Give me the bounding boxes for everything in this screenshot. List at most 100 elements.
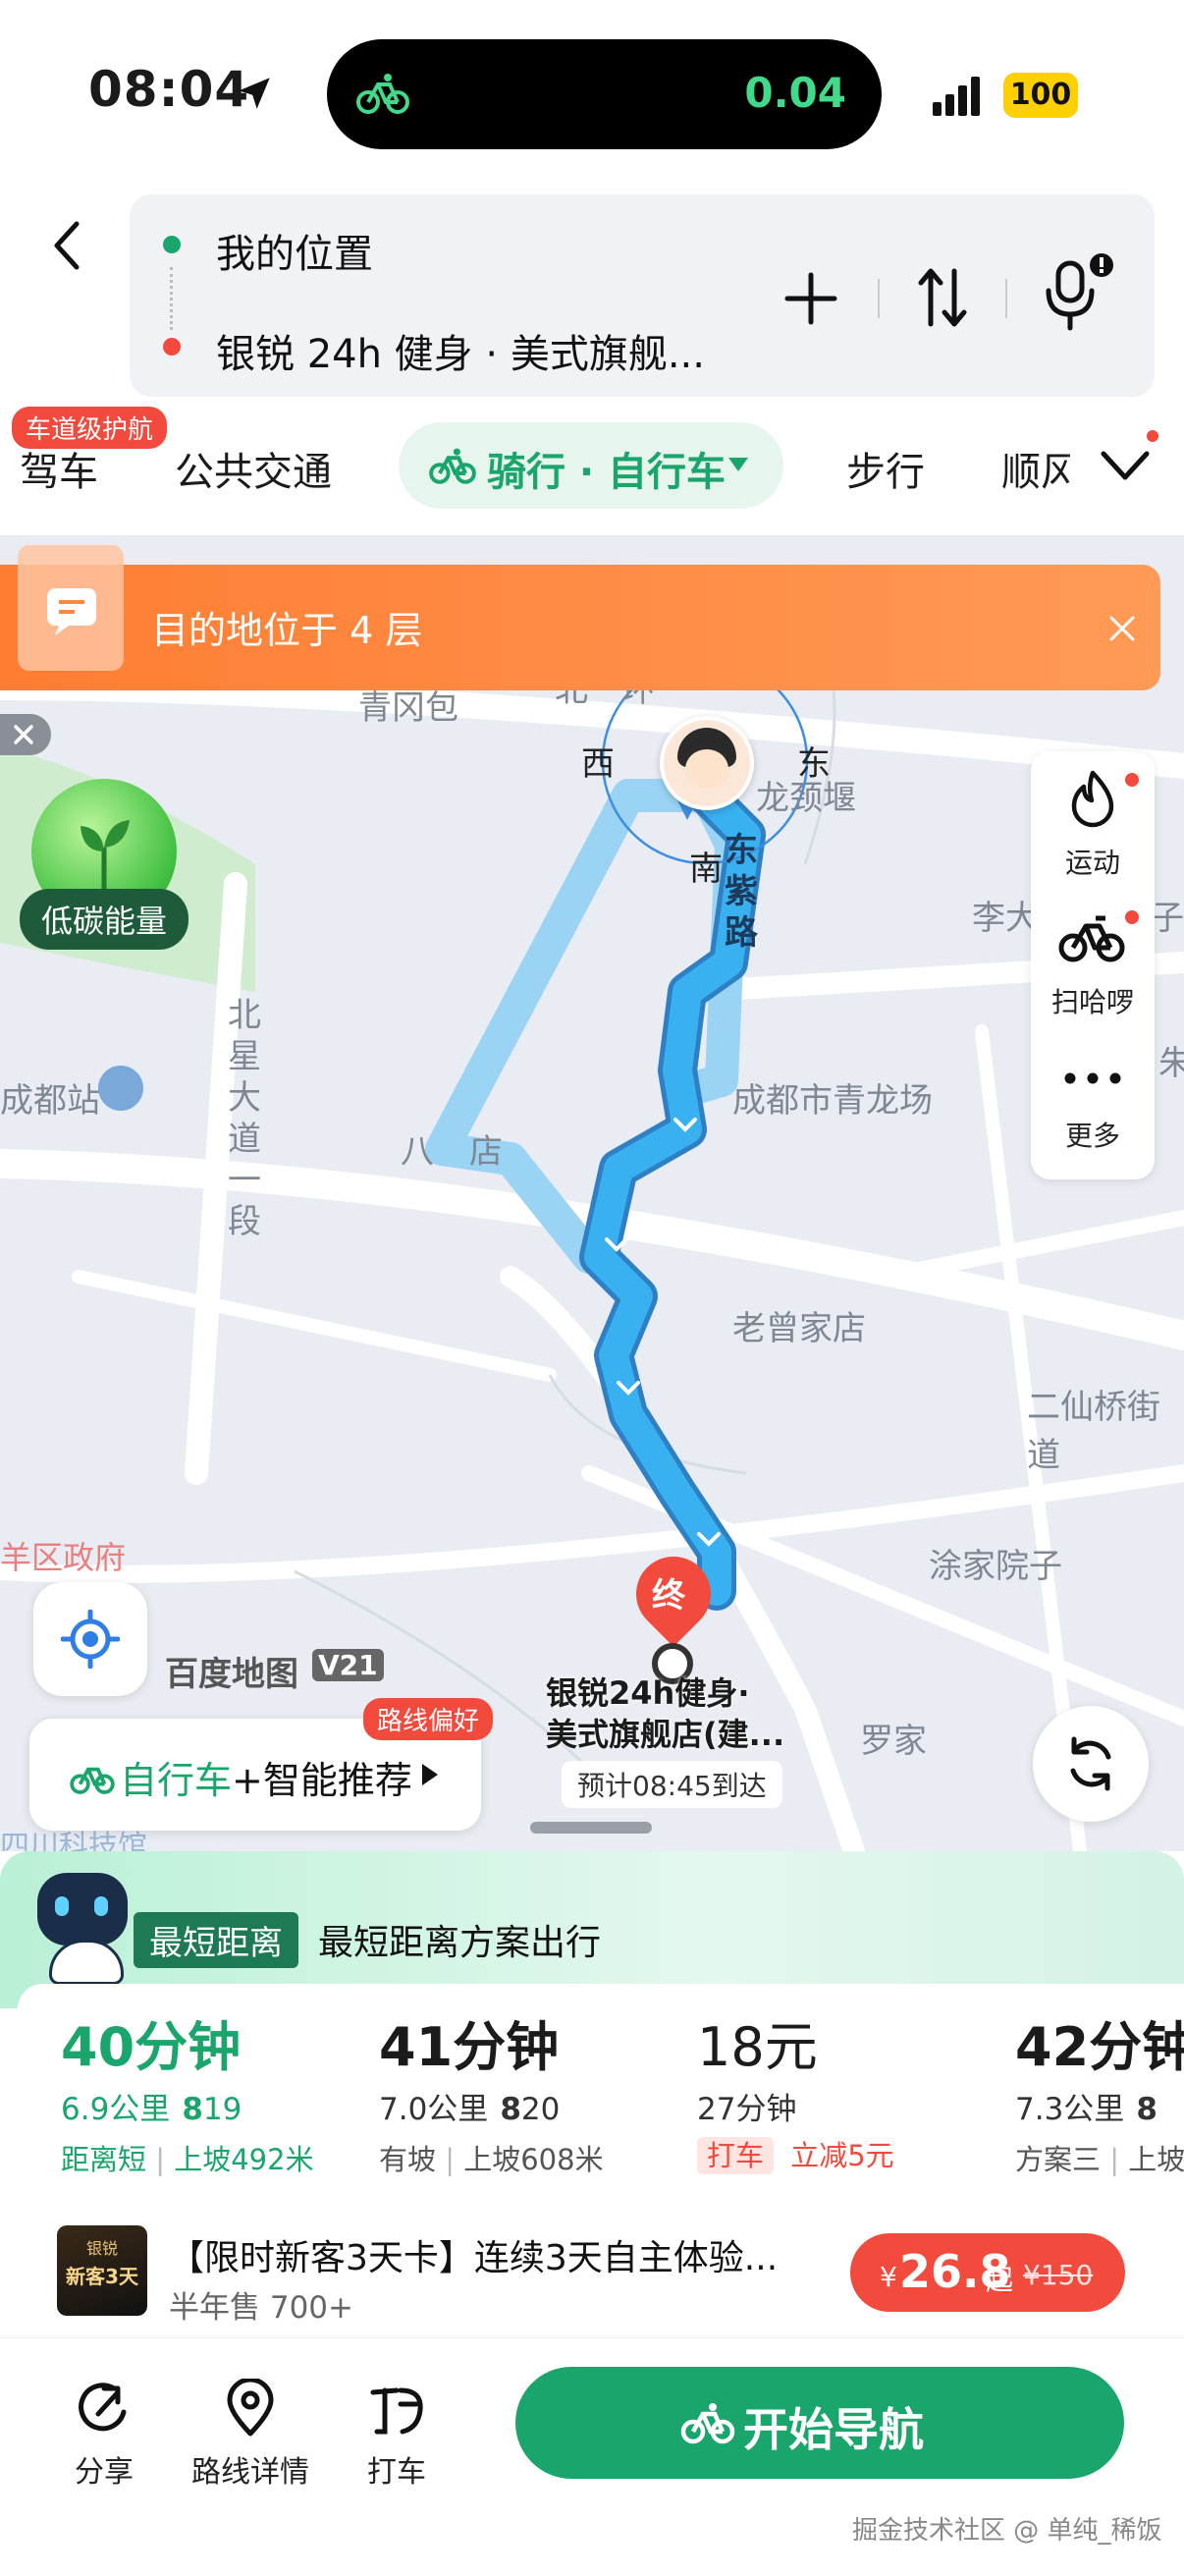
- destination-field[interactable]: 银锐 24h 健身 · 美式旗舰...: [216, 322, 705, 379]
- plan-card-taxi[interactable]: 18元 27分钟 打车 立减5元: [652, 1984, 970, 2190]
- plan-distance: 7.3公里 8: [1015, 2092, 1157, 2127]
- bike-icon: [680, 2403, 735, 2444]
- divider: [878, 279, 880, 318]
- map-view[interactable]: 青冈包 北一环 西 东 龙颈堰 南 东紫路 李大 子 北星大道一段 成都站 成都…: [0, 535, 1184, 1851]
- route-search-card[interactable]: 我的位置 银锐 24h 健身 · 美式旗舰...: [130, 194, 1155, 397]
- bike-icon: [429, 448, 476, 484]
- user-avatar[interactable]: [660, 716, 754, 810]
- destination-label: 银锐24h健身· 美式旗舰店(建...: [546, 1674, 785, 1753]
- compass-south: 南: [689, 850, 723, 889]
- notify-dot: [1125, 773, 1139, 787]
- plan-time: 42分钟: [1015, 2016, 1184, 2078]
- plan-card-3[interactable]: 42分钟 7.3公里 8 方案三 | 上坡: [970, 1984, 1184, 2190]
- swap-icon[interactable]: [915, 265, 970, 330]
- plan-note: 打车 立减5元: [697, 2133, 894, 2174]
- sport-label: 运动: [1064, 847, 1120, 879]
- map-label: 店: [469, 1132, 503, 1172]
- route-connector: [170, 267, 176, 330]
- refresh-route-button[interactable]: [1033, 1706, 1149, 1822]
- promo-thumb-brand: 银锐: [85, 2239, 118, 2258]
- location-arrow-icon: [239, 78, 270, 109]
- plan-card-2[interactable]: 41分钟 7.0公里 820 有坡 | 上坡608米: [334, 1984, 652, 2190]
- sprout-icon: [81, 820, 130, 889]
- share-icon: [79, 2383, 127, 2432]
- plan-list: 40分钟 6.9公里 819 距离短 | 上坡492米 41分钟 7.0公里 820…: [18, 1984, 1184, 2190]
- shortest-tag: 最短距离: [134, 1912, 298, 1968]
- watermark: 掘金技术社区 @ 单纯_稀饭: [852, 2516, 1162, 2546]
- plan-distance: 6.9公里 819: [61, 2092, 242, 2127]
- close-energy-button[interactable]: [0, 714, 51, 755]
- battery-indicator: 100: [1003, 73, 1078, 118]
- back-icon[interactable]: [47, 218, 90, 273]
- tab-cycling-label: 骑行 · 自行车: [487, 450, 727, 495]
- origin-field[interactable]: 我的位置: [216, 222, 373, 279]
- sport-button[interactable]: 运动: [1031, 751, 1155, 891]
- map-label: 成都市青龙场: [732, 1081, 933, 1121]
- island-speed: 0.04: [744, 69, 846, 117]
- map-label: 八: [401, 1132, 434, 1172]
- old-price: ¥150: [1023, 2259, 1094, 2291]
- notify-dot: [1147, 430, 1158, 442]
- caret-down-icon: [728, 458, 748, 471]
- plan-time: 41分钟: [379, 2016, 560, 2078]
- route-detail-button[interactable]: 路线详情: [187, 2379, 314, 2490]
- eta-label: 预计08:45到达: [562, 1761, 782, 1808]
- plan-distance: 7.0公里 820: [379, 2092, 561, 2127]
- metro-icon: [98, 1066, 143, 1111]
- dynamic-island: 0.04: [327, 39, 882, 149]
- tab-transit[interactable]: 公共交通: [175, 440, 332, 497]
- hellobike-button[interactable]: 扫哈啰: [1031, 891, 1155, 1030]
- more-icon: [1064, 1072, 1121, 1084]
- add-waypoint-icon[interactable]: [783, 271, 838, 326]
- hellobike-label: 扫哈啰: [1050, 986, 1134, 1018]
- tab-drive[interactable]: 驾车: [20, 440, 98, 497]
- pin-icon: [227, 2379, 274, 2437]
- close-icon: [14, 725, 33, 744]
- chevron-down-icon[interactable]: [1100, 448, 1151, 483]
- map-road-label: 北星大道一段: [228, 996, 261, 1241]
- smart-rec-mode: 自行车: [120, 1759, 233, 1802]
- sheet-headline: 最短距离方案出行: [318, 1923, 602, 1963]
- voice-icon[interactable]: [1043, 251, 1117, 334]
- taxi-label: 打车: [367, 2455, 426, 2490]
- locate-button[interactable]: [33, 1582, 147, 1696]
- promo-thumbnail[interactable]: 银锐 新客3天: [57, 2225, 147, 2316]
- start-navigation-button[interactable]: 开始导航: [515, 2367, 1124, 2479]
- bike-icon: [1058, 915, 1125, 962]
- map-label: 朱: [1158, 1044, 1184, 1083]
- signal-icon: [933, 77, 980, 116]
- share-button[interactable]: 分享: [63, 2379, 145, 2490]
- start-navigation-label: 开始导航: [743, 2403, 924, 2456]
- plan-time: 40分钟: [61, 2016, 242, 2078]
- plan-note: 距离短 | 上坡492米: [61, 2143, 314, 2176]
- tab-cycling[interactable]: 骑行 · 自行车: [399, 422, 783, 509]
- notify-dot: [1125, 910, 1139, 924]
- low-carbon-label[interactable]: 低碳能量: [20, 889, 189, 950]
- taxi-icon: [370, 2387, 423, 2435]
- promo-buy-button[interactable]: ¥ 26.8 起 ¥150: [850, 2233, 1125, 2312]
- promo-title[interactable]: 【限时新客3天卡】连续3天自主体验...: [169, 2229, 836, 2280]
- baidu-map-version: V21: [312, 1649, 384, 1681]
- sheet-handle[interactable]: [530, 1822, 652, 1834]
- caret-right-icon: [422, 1764, 438, 1785]
- more-button[interactable]: 更多: [1031, 1030, 1155, 1170]
- status-time: 08:04: [88, 61, 250, 118]
- baidu-map-logo: 百度地图: [165, 1655, 298, 1694]
- destination-dot: [163, 338, 181, 356]
- taxi-button[interactable]: 打车: [355, 2379, 438, 2490]
- plan-card-1[interactable]: 40分钟 6.9公里 819 距离短 | 上坡492米: [18, 1984, 334, 2190]
- price-suffix: 起: [986, 2264, 1014, 2296]
- compass-west: 西: [581, 744, 615, 784]
- route-pref-badge[interactable]: 路线偏好: [363, 1698, 494, 1740]
- plan-note: 方案三 | 上坡: [1015, 2143, 1184, 2176]
- map-label: 羊区政府: [0, 1539, 127, 1576]
- tab-walk[interactable]: 步行: [846, 440, 925, 497]
- close-icon[interactable]: [1107, 614, 1137, 643]
- smart-rec-label: +智能推荐: [232, 1759, 412, 1802]
- plan-note: 有坡 | 上坡608米: [379, 2143, 604, 2176]
- tab-carpool[interactable]: 顺风: [1001, 440, 1070, 497]
- bike-icon: [356, 74, 409, 114]
- more-label: 更多: [1064, 1120, 1120, 1152]
- route-detail-label: 路线详情: [191, 2455, 309, 2490]
- price-currency: ¥: [880, 2261, 897, 2293]
